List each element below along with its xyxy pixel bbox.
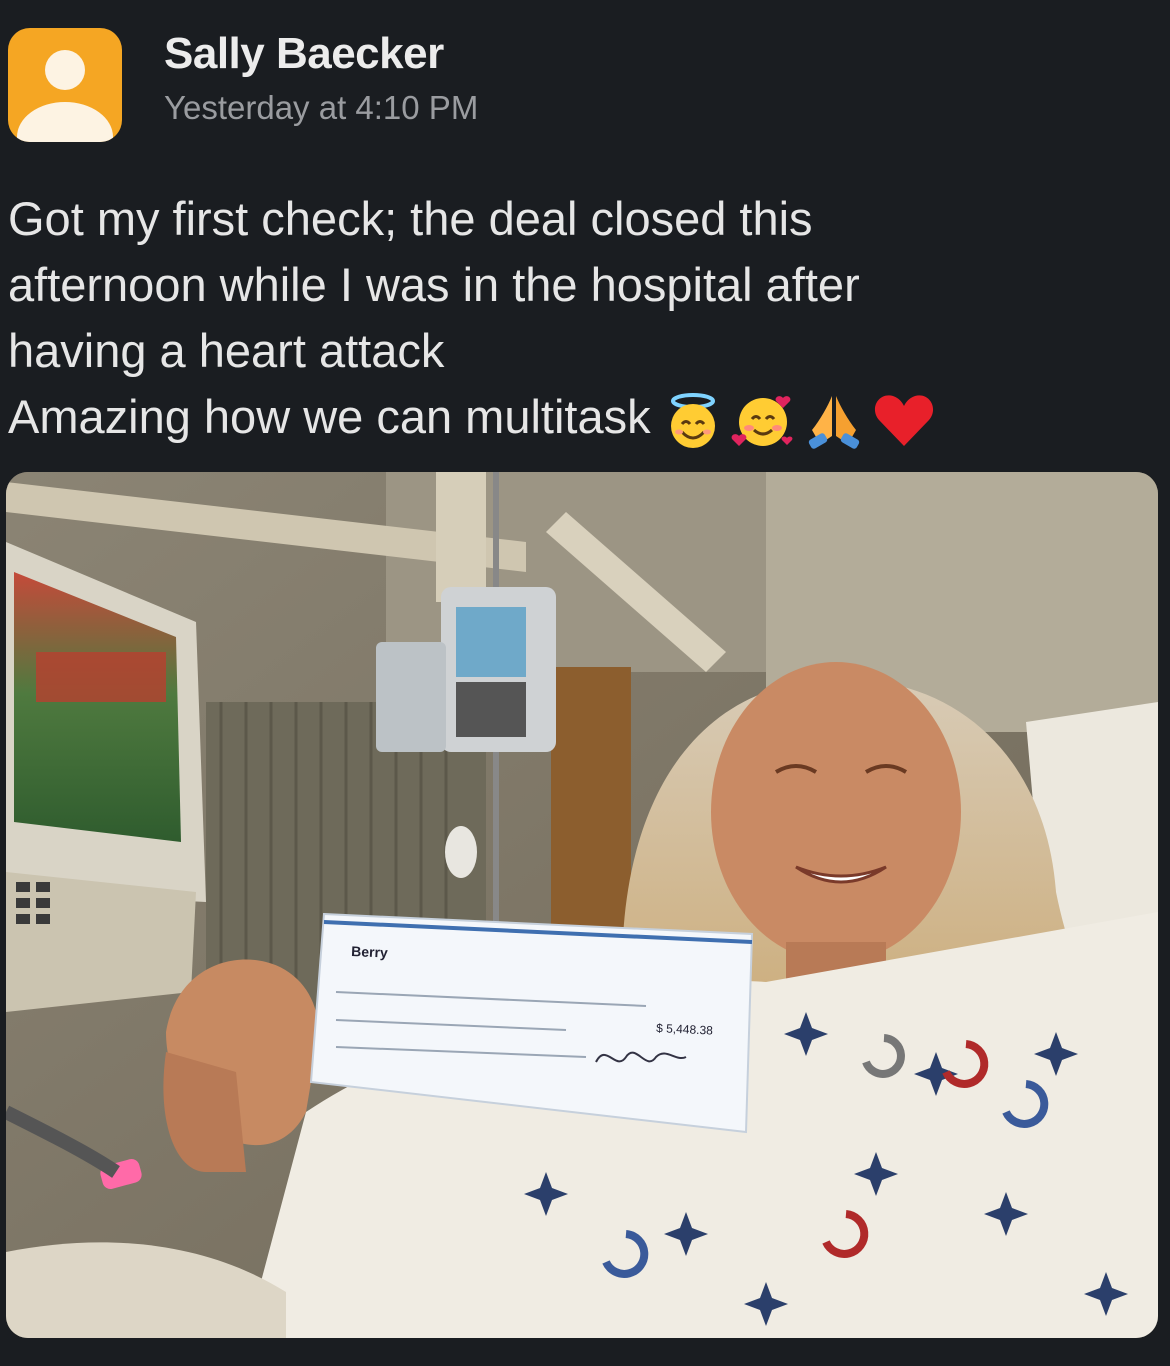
author-name[interactable]: Sally Baecker	[164, 28, 478, 80]
check-amount: $ 5,448.38	[656, 1021, 714, 1038]
check-payer: Berry	[351, 943, 388, 961]
emoji-row	[665, 392, 935, 450]
smiling-face-with-halo-icon	[670, 392, 715, 448]
user-avatar-icon[interactable]	[8, 28, 122, 142]
smiling-face-with-hearts-icon	[731, 395, 793, 446]
message-line: Got my first check; the deal closed this	[8, 192, 813, 245]
message-line-last: Amazing how we can multitask	[8, 384, 1148, 450]
photo-attachment[interactable]: Berry $ 5,448.38	[6, 472, 1158, 1338]
message-line: having a heart attack	[8, 324, 445, 377]
post-timestamp[interactable]: Yesterday at 4:10 PM	[164, 88, 478, 128]
post-meta: Sally Baecker Yesterday at 4:10 PM	[164, 28, 478, 128]
folded-hands-icon	[808, 395, 859, 449]
hospital-photo: Berry $ 5,448.38	[6, 472, 1158, 1338]
red-heart-icon	[874, 394, 933, 446]
post-header: Sally Baecker Yesterday at 4:10 PM	[8, 28, 478, 142]
message-text: Got my first check; the deal closed this…	[8, 186, 1148, 450]
message-line: afternoon while I was in the hospital af…	[8, 258, 860, 311]
